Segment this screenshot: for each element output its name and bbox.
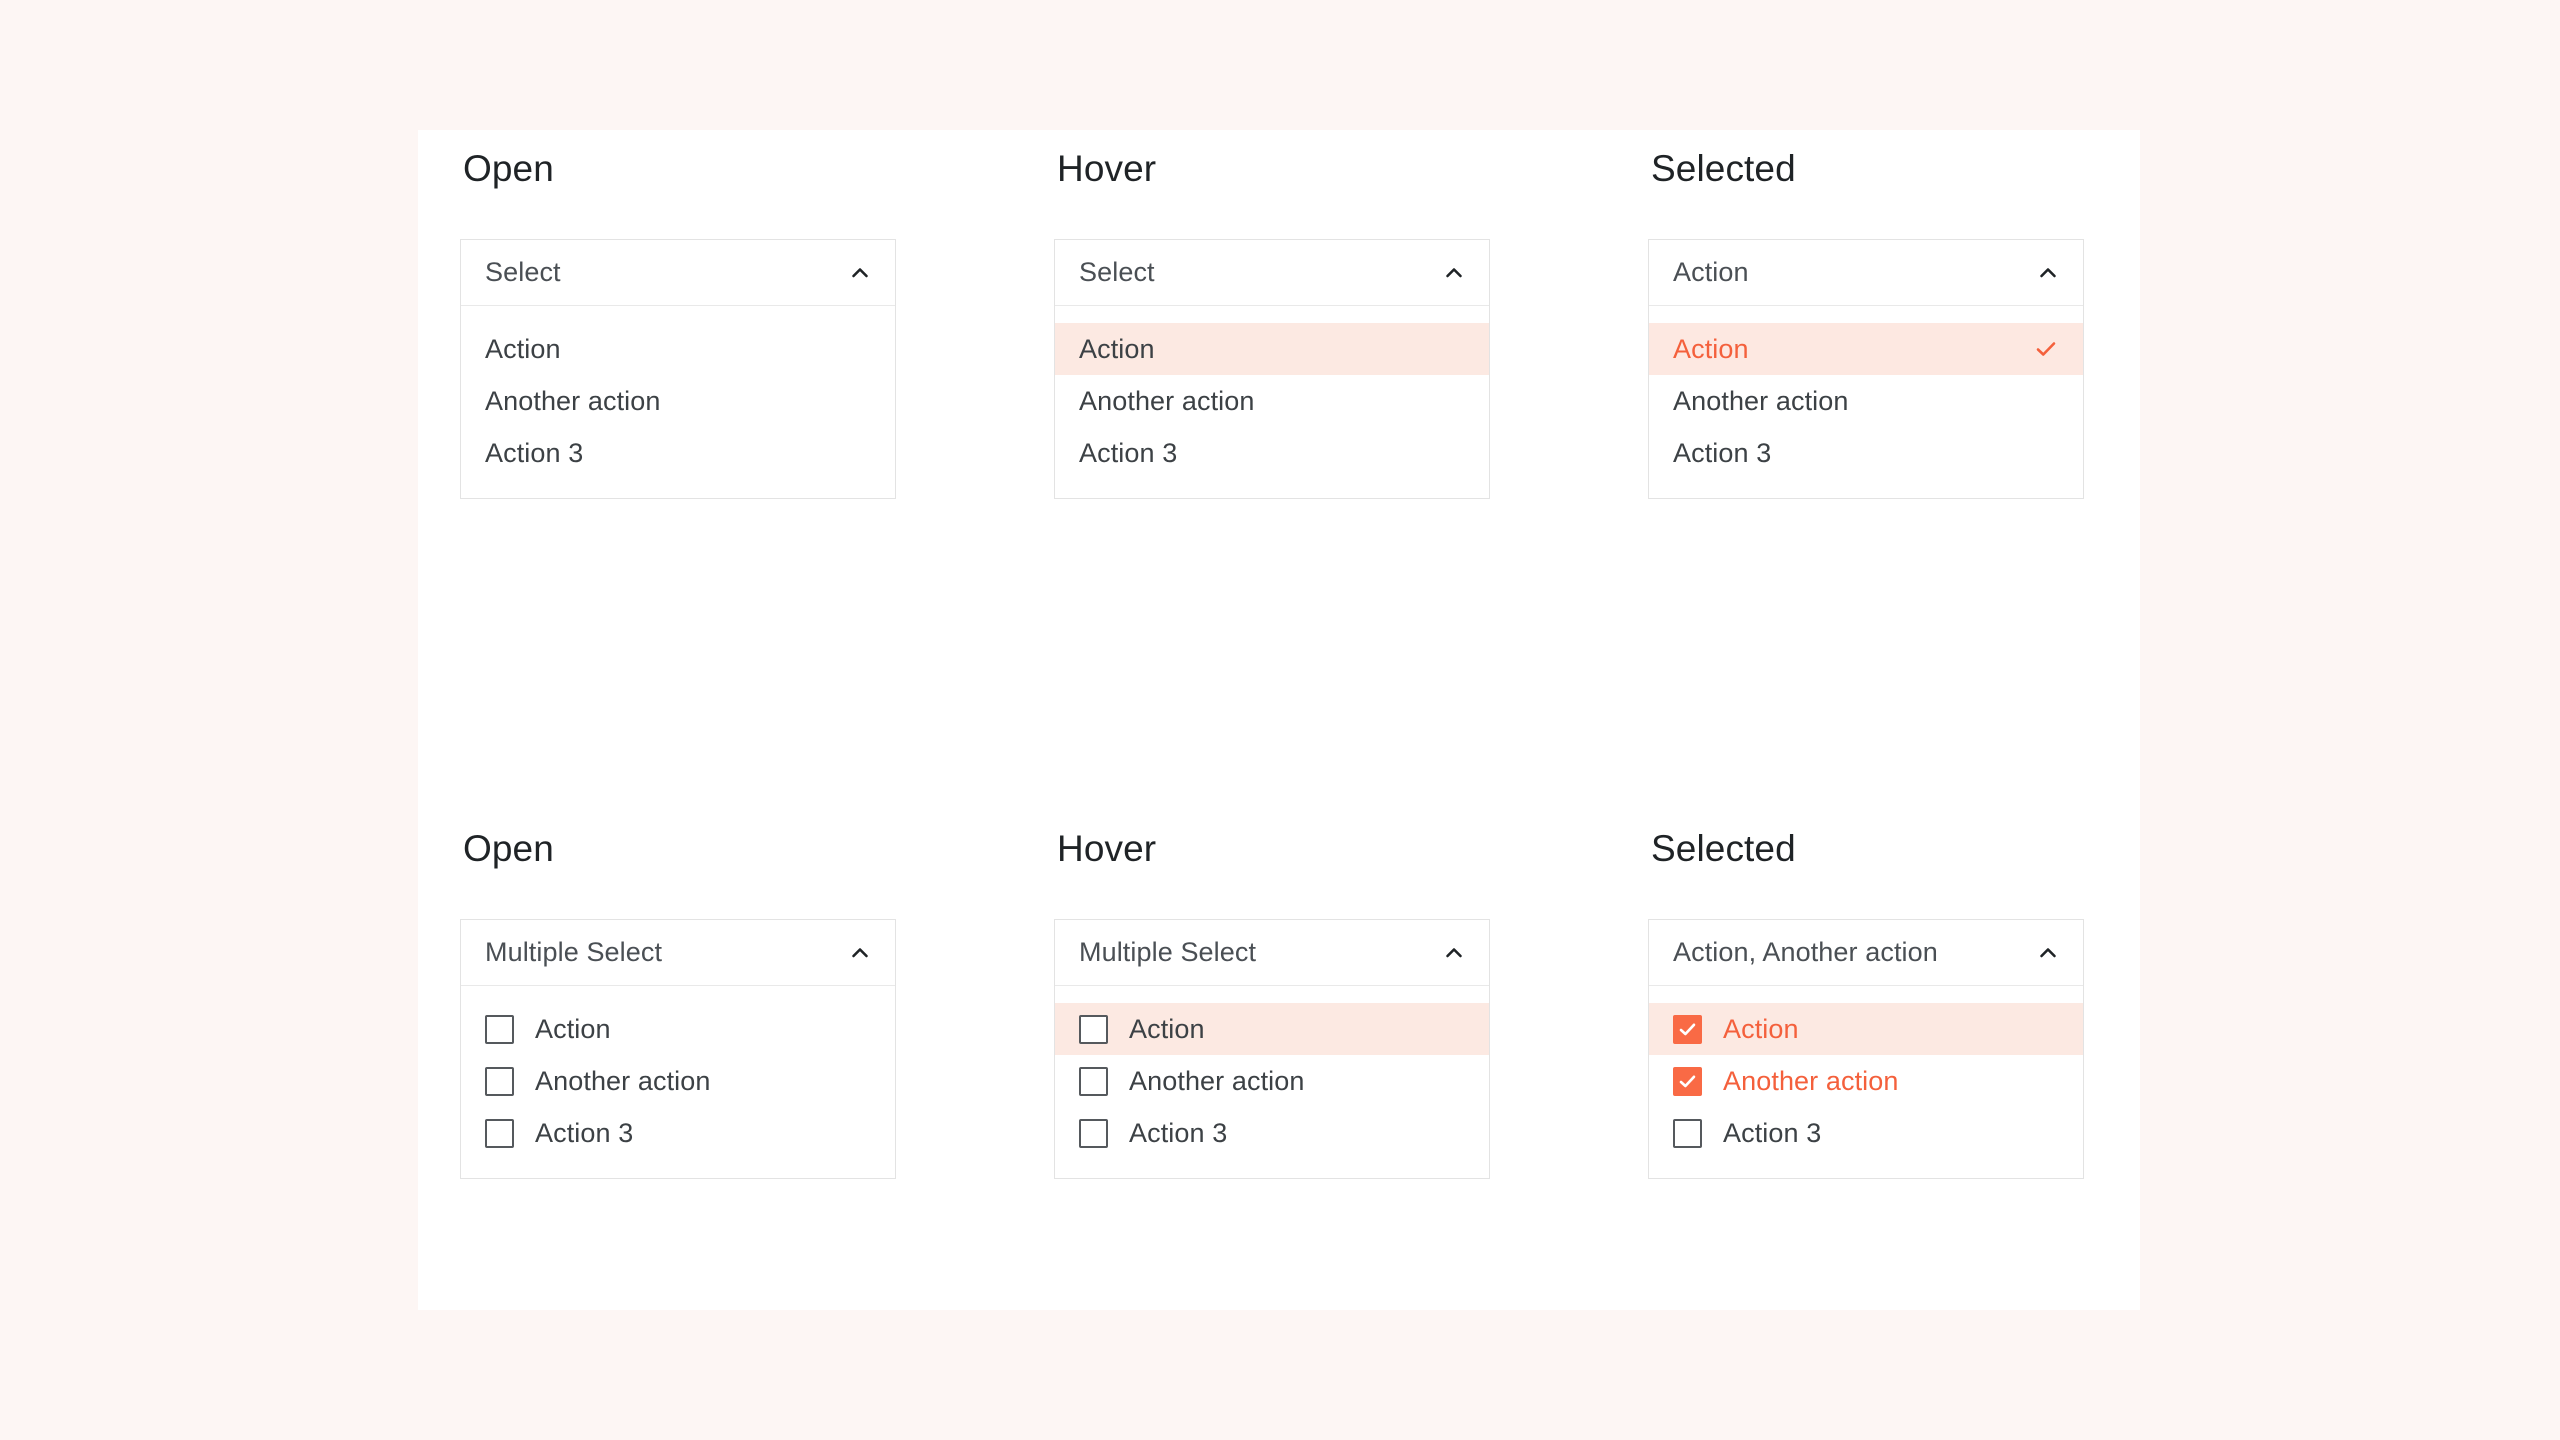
multiselect-option-label: Action 3 — [1723, 1117, 1822, 1148]
multiselect-option-label: Action 3 — [1129, 1117, 1228, 1148]
multi-select-hover-column: Hover Multiple Select Action Another act… — [1054, 830, 1494, 1179]
select-option-label: Action 3 — [1673, 437, 1772, 468]
multiselect-option[interactable]: Action 3 — [1055, 1107, 1489, 1159]
checkbox-icon[interactable] — [1673, 1014, 1702, 1044]
multi-select-selected-column: Selected Action, Another action Action A… — [1648, 830, 2088, 1179]
checkbox-icon[interactable] — [1079, 1118, 1108, 1148]
column-title: Selected — [1651, 828, 1796, 869]
multiselect-option[interactable]: Action — [461, 1003, 895, 1055]
multiselect-option-label: Action — [1129, 1013, 1205, 1044]
column-title: Hover — [1057, 828, 1157, 869]
select-option-label: Action — [1673, 333, 1749, 364]
multiselect-dropdown-open[interactable]: Multiple Select Action Another action Ac… — [460, 919, 896, 1179]
single-select-open-column: Open Select Action Another action Action… — [460, 150, 900, 499]
multiselect-option-label: Action 3 — [535, 1117, 634, 1148]
select-option[interactable]: Action 3 — [461, 427, 895, 479]
checkbox-icon[interactable] — [1079, 1066, 1108, 1096]
select-option[interactable]: Another action — [1055, 375, 1489, 427]
chevron-up-icon[interactable] — [845, 258, 875, 288]
multiselect-option-checked[interactable]: Action — [1649, 1003, 2083, 1055]
multiselect-option-label: Another action — [1723, 1065, 1899, 1096]
chevron-up-icon[interactable] — [1439, 938, 1469, 968]
select-options-list: Action Another action Action 3 — [461, 306, 895, 498]
select-option[interactable]: Another action — [461, 375, 895, 427]
select-option[interactable]: Action 3 — [1649, 427, 2083, 479]
multiselect-trigger-value: Multiple Select — [485, 937, 663, 967]
select-trigger[interactable]: Action — [1649, 240, 2083, 306]
checkbox-icon[interactable] — [1079, 1014, 1108, 1044]
select-option-label: Another action — [1673, 385, 1849, 416]
checkbox-icon[interactable] — [1673, 1118, 1702, 1148]
select-options-list: Action Another action Action 3 — [1649, 306, 2083, 498]
column-title: Selected — [1651, 148, 1796, 189]
checkbox-icon[interactable] — [485, 1014, 514, 1044]
multiselect-option-label: Action — [1723, 1013, 1799, 1044]
multiselect-option[interactable]: Another action — [461, 1055, 895, 1107]
checkbox-icon[interactable] — [485, 1066, 514, 1096]
select-options-list: Action Another action Action 3 — [1055, 306, 1489, 498]
chevron-up-icon[interactable] — [2033, 938, 2063, 968]
multi-select-open-column: Open Multiple Select Action Another acti… — [460, 830, 900, 1179]
select-option-label: Action 3 — [485, 437, 584, 468]
select-option-hovered[interactable]: Action — [1055, 323, 1489, 375]
multiselect-option[interactable]: Action 3 — [461, 1107, 895, 1159]
multiselect-option[interactable]: Action 3 — [1649, 1107, 2083, 1159]
multiselect-trigger[interactable]: Multiple Select — [461, 920, 895, 986]
select-dropdown-selected[interactable]: Action Action Another action Action 3 — [1648, 239, 2084, 499]
column-title: Hover — [1057, 148, 1157, 189]
single-select-selected-column: Selected Action Action Another action Ac… — [1648, 150, 2088, 499]
multiselect-option[interactable]: Another action — [1055, 1055, 1489, 1107]
multiselect-trigger[interactable]: Action, Another action — [1649, 920, 2083, 986]
multiselect-trigger-value: Action, Another action — [1673, 937, 1938, 967]
select-trigger[interactable]: Select — [1055, 240, 1489, 306]
select-dropdown-open[interactable]: Select Action Another action Action 3 — [460, 239, 896, 499]
multiselect-trigger-value: Multiple Select — [1079, 937, 1257, 967]
multiselect-option-label: Action — [535, 1013, 611, 1044]
select-option-label: Another action — [485, 385, 661, 416]
checkbox-icon[interactable] — [1673, 1066, 1702, 1096]
select-option-selected[interactable]: Action — [1649, 323, 2083, 375]
select-option-label: Action — [1079, 333, 1155, 364]
column-title: Open — [463, 148, 554, 189]
multiselect-options-list: Action Another action Action 3 — [461, 986, 895, 1178]
select-option-label: Action 3 — [1079, 437, 1178, 468]
multiselect-option-hovered[interactable]: Action — [1055, 1003, 1489, 1055]
multiselect-option-checked[interactable]: Another action — [1649, 1055, 2083, 1107]
select-option-label: Action — [485, 333, 561, 364]
multiselect-option-label: Another action — [1129, 1065, 1305, 1096]
multiselect-dropdown-selected[interactable]: Action, Another action Action Another ac… — [1648, 919, 2084, 1179]
select-trigger-value: Select — [1079, 257, 1155, 287]
check-icon — [2031, 334, 2061, 364]
select-option[interactable]: Action — [461, 323, 895, 375]
select-trigger-value: Select — [485, 257, 561, 287]
multiselect-trigger[interactable]: Multiple Select — [1055, 920, 1489, 986]
select-trigger[interactable]: Select — [461, 240, 895, 306]
checkbox-icon[interactable] — [485, 1118, 514, 1148]
column-title: Open — [463, 828, 554, 869]
select-trigger-value: Action — [1673, 257, 1749, 287]
select-option[interactable]: Action 3 — [1055, 427, 1489, 479]
multiselect-options-list: Action Another action Action 3 — [1055, 986, 1489, 1178]
select-option[interactable]: Another action — [1649, 375, 2083, 427]
chevron-up-icon[interactable] — [845, 938, 875, 968]
select-dropdown-hover[interactable]: Select Action Another action Action 3 — [1054, 239, 1490, 499]
multiselect-option-label: Another action — [535, 1065, 711, 1096]
showcase-card: Open Select Action Another action Action… — [418, 130, 2140, 1310]
multiselect-dropdown-hover[interactable]: Multiple Select Action Another action Ac… — [1054, 919, 1490, 1179]
select-option-label: Another action — [1079, 385, 1255, 416]
multiselect-options-list: Action Another action Action 3 — [1649, 986, 2083, 1178]
single-select-hover-column: Hover Select Action Another action Actio… — [1054, 150, 1494, 499]
chevron-up-icon[interactable] — [1439, 258, 1469, 288]
chevron-up-icon[interactable] — [2033, 258, 2063, 288]
